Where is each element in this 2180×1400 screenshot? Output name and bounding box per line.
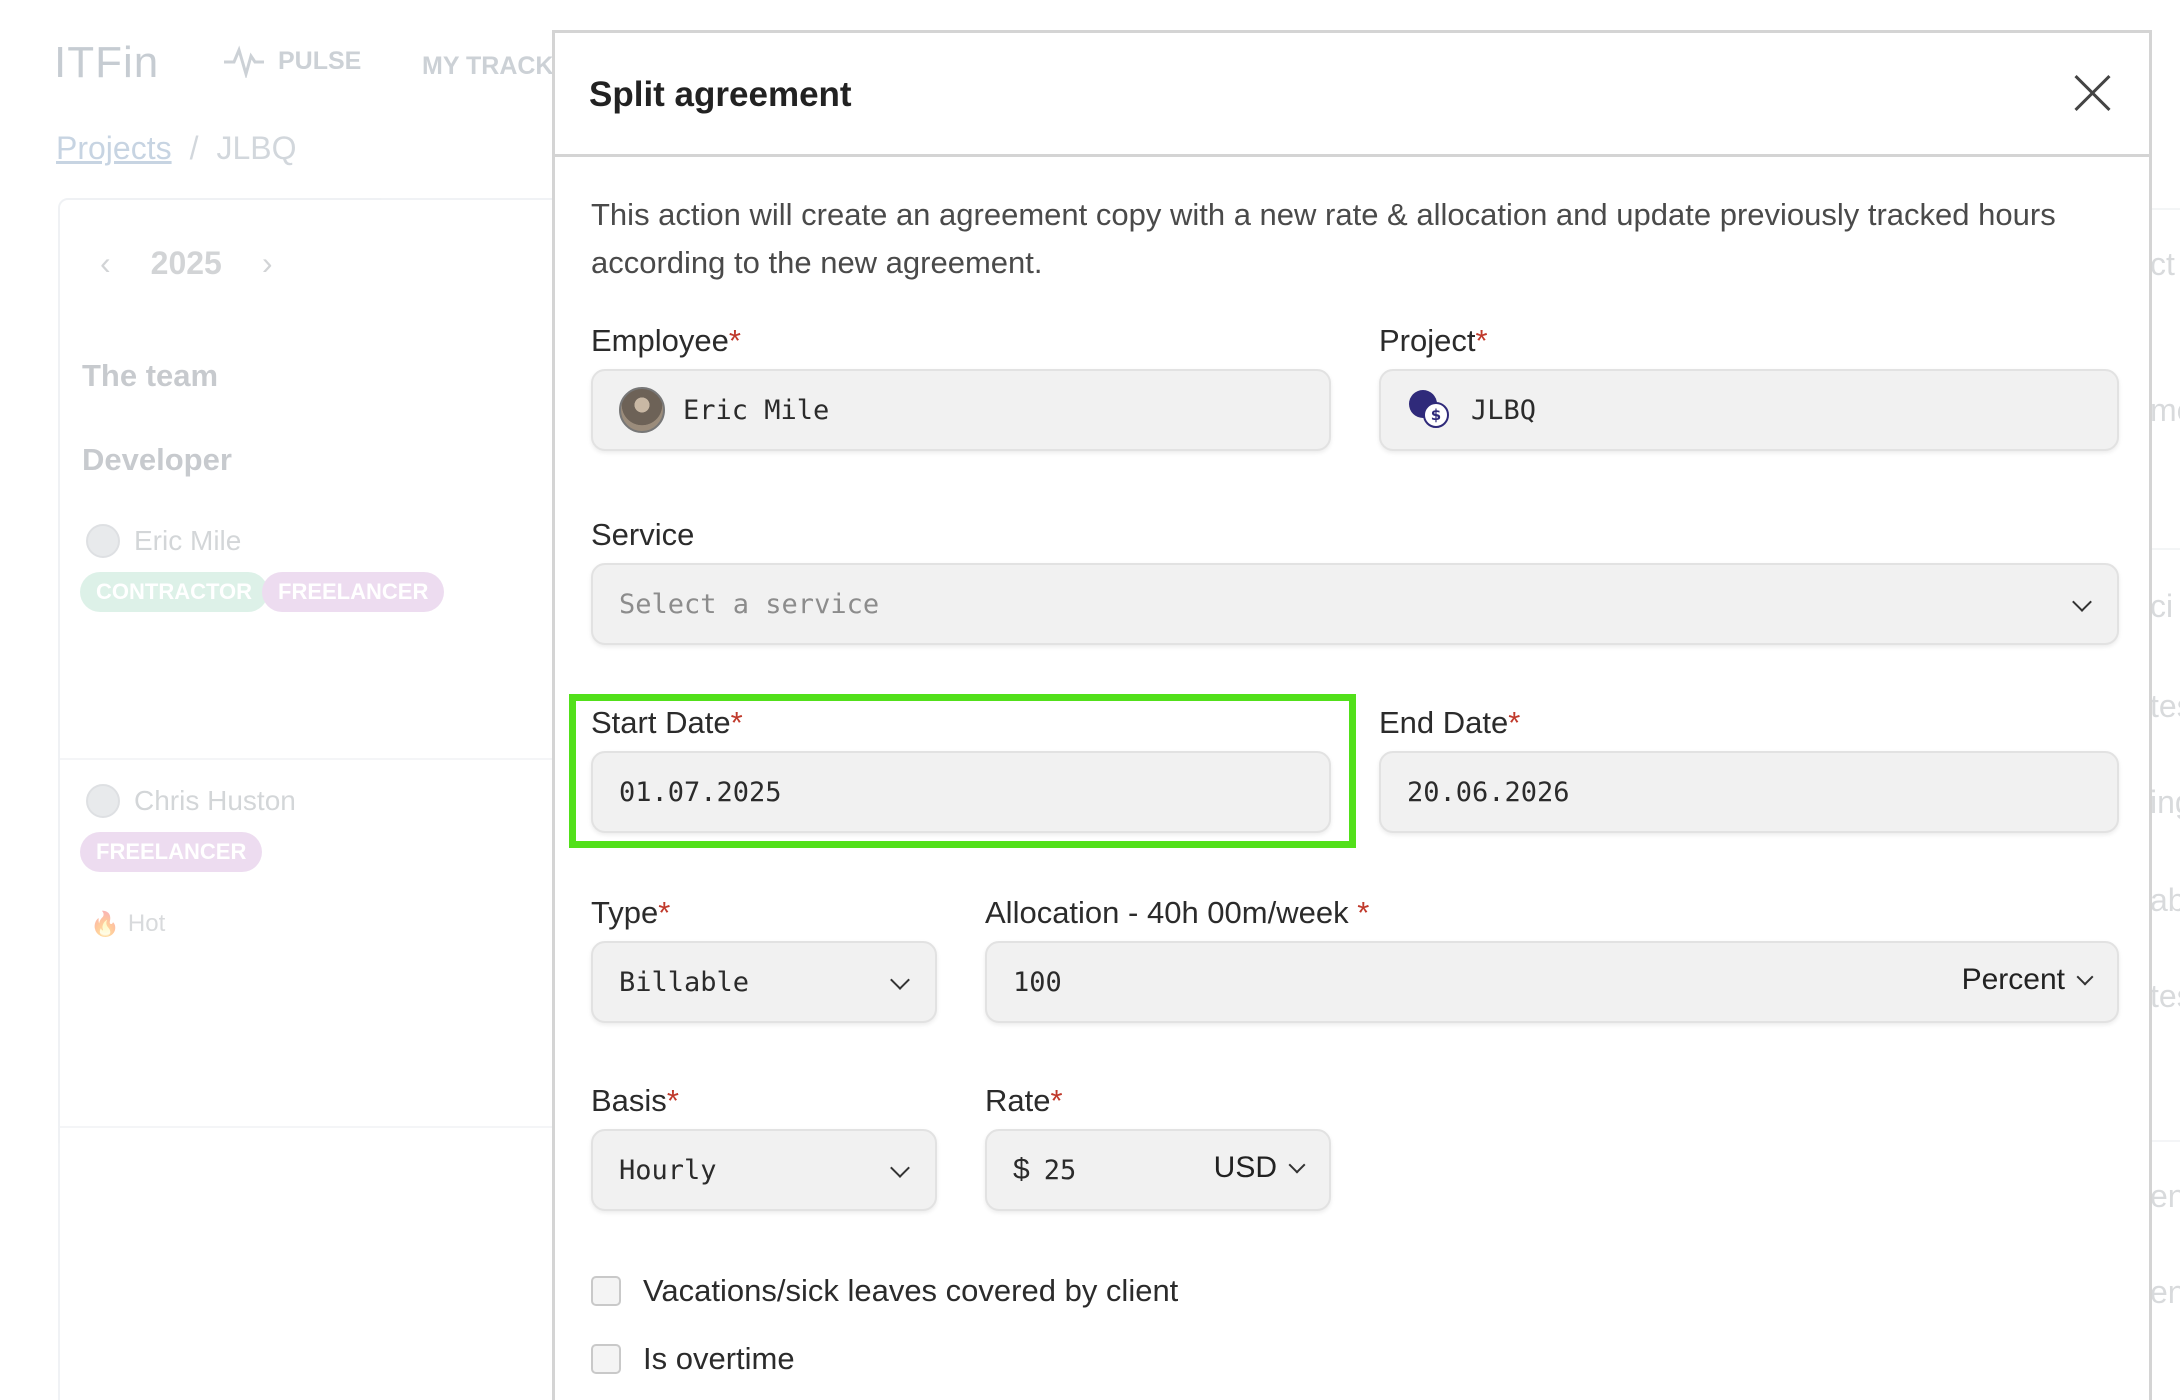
vacations-covered-label: Vacations/sick leaves covered by client (643, 1273, 1179, 1308)
tag-freelancer: FREELANCER (262, 572, 445, 612)
basis-value: Hourly (619, 1154, 717, 1186)
background-text-fragment: ing (2150, 784, 2180, 820)
basis-label: Basis* (591, 1083, 679, 1118)
currency-label: USD (1213, 1151, 1277, 1184)
breadcrumb-current: JLBQ (216, 130, 297, 166)
type-label: Type* (591, 895, 671, 930)
year-label: 2025 (150, 245, 222, 281)
divider (60, 758, 616, 760)
modal-header: Split agreement (555, 33, 2149, 157)
avatar (619, 387, 665, 433)
start-date-label: Start Date* (591, 705, 743, 740)
team-member-eric[interactable]: Eric Mile (86, 524, 241, 558)
end-date-field[interactable]: 20.06.2026 (1379, 751, 2119, 833)
allocation-unit-label: Percent (1961, 963, 2065, 996)
project-value: JLBQ (1471, 394, 1537, 426)
start-date-field[interactable]: 01.07.2025 (591, 751, 1331, 833)
is-overtime-checkbox[interactable] (591, 1344, 621, 1374)
employee-field[interactable]: Eric Mile (591, 369, 1331, 451)
divider (60, 1126, 616, 1128)
nav-item-my-tracker[interactable]: MY TRACKE (422, 52, 570, 81)
vacations-covered-checkbox-row[interactable]: Vacations/sick leaves covered by client (591, 1273, 1178, 1309)
breadcrumb-separator: / (189, 130, 199, 166)
avatar (86, 524, 120, 558)
avatar (86, 784, 120, 818)
chevron-down-icon (2072, 592, 2092, 612)
service-placeholder: Select a service (619, 588, 880, 620)
allocation-label: Allocation - 40h 00m/week * (985, 895, 1370, 930)
background-text-fragment: ct (2150, 246, 2175, 282)
allocation-value: 100 (1013, 966, 1062, 998)
breadcrumb-projects-link[interactable]: Projects (56, 130, 172, 166)
group-label-developer: Developer (82, 442, 232, 477)
currency-symbol: $ (1013, 1153, 1030, 1186)
breadcrumb: Projects / JLBQ (56, 130, 297, 167)
team-card: ‹ 2025 › The team 2 Developer 2 Eric Mil… (58, 198, 618, 1400)
background-text-fragment: ci (2150, 588, 2174, 624)
currency-select[interactable]: USD (1213, 1151, 1306, 1185)
team-member-name: Chris Huston (134, 785, 296, 816)
nav-item-pulse[interactable]: PULSE (222, 44, 361, 78)
project-label: Project* (1379, 323, 1488, 358)
allocation-unit-select[interactable]: Percent (1961, 963, 2094, 997)
hot-indicator: 🔥 Hot (90, 910, 165, 939)
service-select[interactable]: Select a service (591, 563, 2119, 645)
background-text-fragment: ab (2150, 882, 2180, 918)
service-label: Service (591, 517, 695, 552)
employee-label: Employee* (591, 323, 741, 358)
allocation-field[interactable]: 100 Percent (985, 941, 2119, 1023)
background-text-fragment: en (2150, 1274, 2180, 1310)
employee-value: Eric Mile (683, 394, 830, 426)
modal-title: Split agreement (589, 75, 852, 114)
background-text-fragment: en (2150, 1178, 2180, 1214)
is-overtime-label: Is overtime (643, 1341, 795, 1376)
chevron-right-icon[interactable]: › (262, 245, 273, 282)
team-member-chris[interactable]: Chris Huston (86, 784, 296, 818)
split-agreement-modal: Split agreement This action will create … (552, 30, 2152, 1400)
pulse-icon (224, 45, 264, 78)
rate-label: Rate* (985, 1083, 1063, 1118)
chevron-down-icon (2076, 968, 2094, 986)
type-select[interactable]: Billable (591, 941, 937, 1023)
close-icon[interactable] (2071, 71, 2115, 115)
chevron-down-icon (890, 1158, 910, 1178)
background-text-fragment: tes (2150, 978, 2180, 1014)
project-field[interactable]: $ JLBQ (1379, 369, 2119, 451)
year-selector: ‹ 2025 › (100, 245, 273, 282)
team-member-name: Eric Mile (134, 525, 242, 556)
start-date-value: 01.07.2025 (619, 776, 782, 808)
nav-pulse-label: PULSE (278, 46, 362, 75)
modal-description: This action will create an agreement cop… (591, 197, 2056, 280)
end-date-label: End Date* (1379, 705, 1521, 740)
basis-select[interactable]: Hourly (591, 1129, 937, 1211)
tag-contractor: CONTRACTOR (80, 572, 269, 612)
app-logo: ITFin (54, 38, 160, 87)
type-value: Billable (619, 966, 750, 998)
rate-field[interactable]: $ 25 USD (985, 1129, 1331, 1211)
group-label-team: The team (82, 358, 219, 393)
project-icon: $ (1407, 388, 1451, 432)
vacations-covered-checkbox[interactable] (591, 1276, 621, 1306)
end-date-value: 20.06.2026 (1407, 776, 1570, 808)
chevron-down-icon (1288, 1156, 1306, 1174)
background-text-fragment: tes (2150, 688, 2180, 724)
hot-label: Hot (127, 910, 166, 937)
chevron-left-icon[interactable]: ‹ (100, 245, 111, 282)
is-overtime-checkbox-row[interactable]: Is overtime (591, 1341, 795, 1377)
chevron-down-icon (890, 970, 910, 990)
background-text-fragment: me (2150, 392, 2180, 428)
rate-value: 25 (1043, 1154, 1077, 1186)
fire-icon: 🔥 (90, 911, 120, 938)
tag-freelancer: FREELANCER (80, 832, 263, 872)
